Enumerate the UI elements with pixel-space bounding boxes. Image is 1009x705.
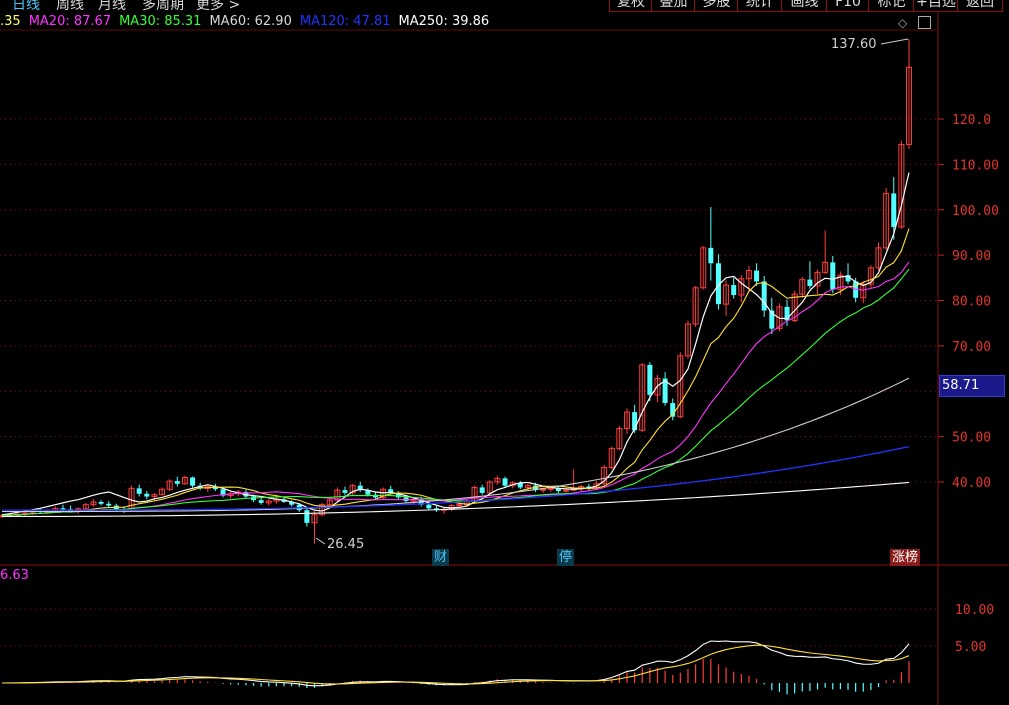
candle-body [136, 488, 142, 494]
candle-body [258, 500, 264, 503]
panel-toggle-icon[interactable] [918, 16, 931, 29]
ma5-line [1, 172, 910, 516]
candle-body [807, 279, 813, 286]
current-price-tag: 58.71 [939, 375, 1005, 397]
candle-body [754, 270, 760, 282]
candle-body [60, 508, 66, 510]
indicator-panel: 10.00 5.00 [0, 603, 994, 695]
diamond-icon[interactable]: ◇ [898, 16, 907, 30]
event-tag-suspended[interactable]: 停 [557, 549, 575, 566]
candle-body [761, 281, 767, 311]
candle-body [456, 504, 463, 507]
price-tick-label: 70.00 [952, 340, 991, 355]
event-tag-financial[interactable]: 财 [432, 549, 450, 566]
candle-series [0, 39, 912, 544]
candle-body [426, 504, 432, 509]
min-price-annotation: 26.45 [327, 537, 365, 552]
candle-body [830, 262, 836, 290]
ma10-line [1, 228, 910, 517]
candle-body [174, 481, 180, 484]
indicator-tick-label: 5.00 [955, 640, 986, 655]
candle-body [342, 490, 348, 493]
moving-average-lines [1, 172, 910, 518]
candle-body [304, 510, 310, 523]
dif-line [1, 640, 910, 687]
candle-body [731, 285, 737, 296]
min-annotation-arrow [315, 537, 326, 545]
price-tick-label: 80.00 [952, 295, 991, 310]
price-tick-label: 100.00 [952, 204, 999, 219]
candle-body [891, 193, 897, 227]
candle-body [98, 501, 104, 504]
price-tick-label: 50.00 [952, 431, 991, 446]
candle-body [647, 364, 653, 395]
candle-body [708, 247, 714, 264]
indicator-tick-label: 10.00 [955, 603, 994, 618]
event-tag-top-gainers[interactable]: 涨榜 [890, 549, 921, 566]
candle-body [563, 489, 570, 492]
ma20-line [1, 261, 910, 517]
candle-body [547, 487, 554, 490]
price-tick-label: 90.00 [952, 249, 991, 264]
candle-body [479, 487, 485, 493]
ma30-line [1, 268, 910, 517]
candle-body [190, 477, 196, 486]
candle-body [106, 503, 112, 506]
max-annotation-arrow [880, 38, 909, 45]
candle-body [540, 488, 547, 491]
candle-body [502, 478, 508, 486]
price-tick-label: 110.00 [952, 158, 999, 173]
price-tick-label: 40.00 [952, 476, 991, 491]
max-price-annotation: 137.60 [831, 37, 877, 52]
price-tick-label: 120.0 [952, 113, 991, 128]
candle-body [144, 493, 150, 497]
kline-chart[interactable]: 10.00 5.00 120.0 110.00 100.00 90.00 80.00 70.… [0, 0, 1009, 705]
